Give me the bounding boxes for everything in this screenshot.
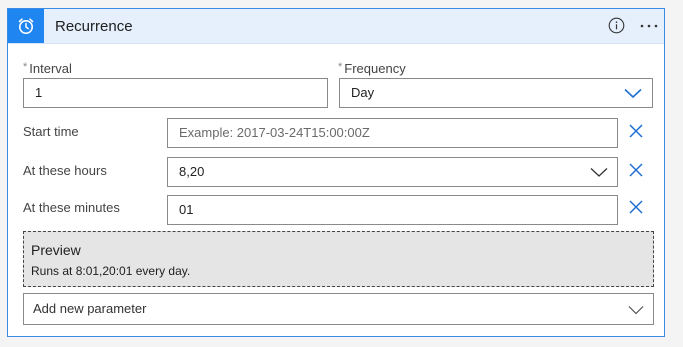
preview-text: Runs at 8:01,20:01 every day. — [31, 264, 191, 278]
chevron-down-icon — [590, 168, 608, 177]
preview-panel: Preview Runs at 8:01,20:01 every day. — [23, 231, 654, 287]
card-title: Recurrence — [55, 18, 133, 35]
remove-minutes-icon[interactable] — [628, 199, 644, 215]
hours-label: At these hours — [23, 163, 107, 178]
preview-title: Preview — [31, 242, 81, 258]
interval-label: * Interval — [23, 61, 72, 76]
interval-value: 1 — [35, 85, 43, 100]
start-time-placeholder: Example: 2017-03-24T15:00:00Z — [179, 125, 370, 140]
minutes-field[interactable]: 01 — [167, 195, 618, 225]
minutes-label: At these minutes — [23, 200, 120, 215]
more-options-icon[interactable] — [639, 17, 659, 34]
card-header[interactable]: Recurrence — [8, 9, 664, 44]
remove-hours-icon[interactable] — [628, 162, 644, 178]
frequency-select[interactable]: Day — [339, 78, 653, 108]
hours-value: 8,20 — [179, 164, 205, 179]
chevron-down-icon — [624, 88, 642, 99]
chevron-down-icon — [628, 306, 644, 315]
minutes-value: 01 — [179, 202, 194, 217]
info-icon[interactable] — [608, 17, 625, 34]
required-marker: * — [338, 61, 343, 73]
start-time-label: Start time — [23, 124, 79, 139]
required-marker: * — [23, 61, 28, 73]
start-time-field[interactable]: Example: 2017-03-24T15:00:00Z — [167, 118, 618, 148]
alarm-clock-icon — [8, 9, 44, 43]
add-parameter-select[interactable]: Add new parameter — [23, 293, 654, 325]
frequency-value: Day — [351, 85, 375, 100]
remove-start-time-icon[interactable] — [628, 123, 644, 139]
frequency-label: * Frequency — [338, 61, 406, 76]
hours-select[interactable]: 8,20 — [167, 157, 618, 187]
recurrence-card: Recurrence * Interval 1 * Frequency Day St… — [7, 8, 665, 337]
add-parameter-label: Add new parameter — [33, 301, 147, 316]
interval-field[interactable]: 1 — [23, 78, 328, 108]
